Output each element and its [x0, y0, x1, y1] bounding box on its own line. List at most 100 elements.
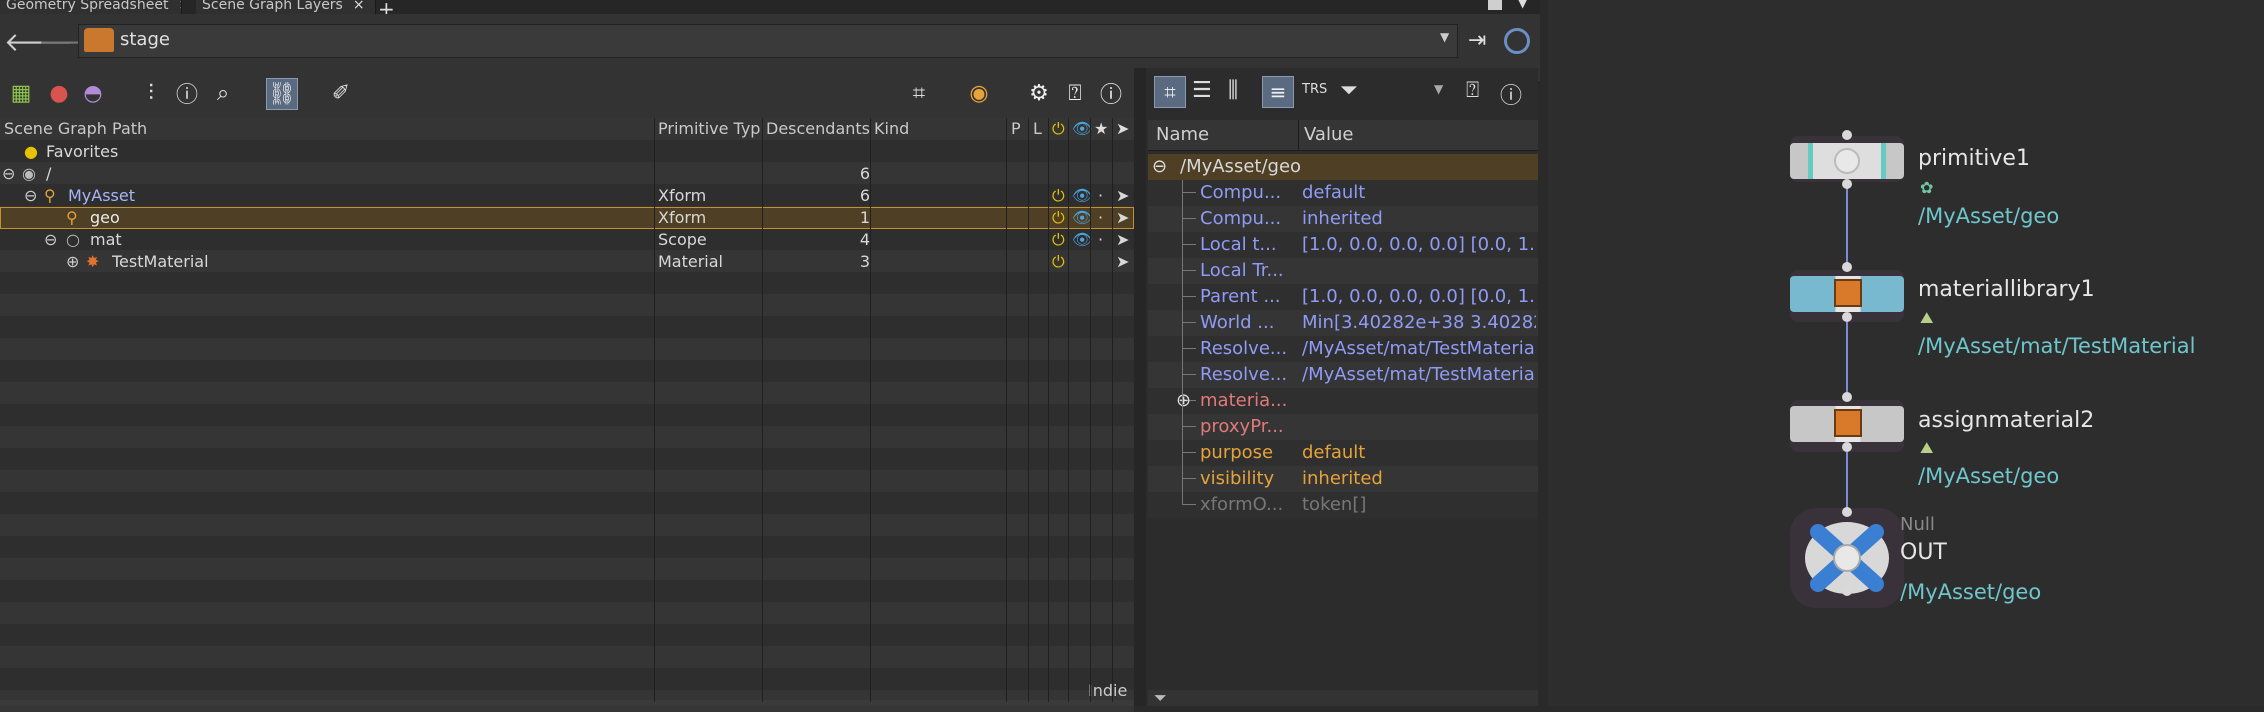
output-port[interactable]	[1842, 179, 1852, 189]
star-column-icon[interactable]: ★	[1094, 118, 1108, 140]
tree-row-name[interactable]: geo	[90, 207, 120, 229]
column-header-kind[interactable]: Kind	[874, 118, 974, 140]
help-bag-icon[interactable]: ⍰	[1466, 78, 1479, 103]
gear-icon[interactable]: ⚙	[1024, 78, 1054, 108]
row-stripe	[0, 316, 1134, 338]
info-icon[interactable]: ⓘ	[172, 78, 202, 108]
link-icon[interactable]	[1504, 28, 1530, 54]
property-value: [1.0, 0.0, 0.0, 0.0] [0.0, 1.0...	[1302, 286, 1536, 307]
eyedropper-icon[interactable]: ✐	[326, 78, 356, 108]
property-value: [1.0, 0.0, 0.0, 0.0] [0.0, 1.0...	[1302, 234, 1536, 255]
path-field[interactable]	[78, 24, 1458, 58]
filter-primitives-icon[interactable]: ▦	[6, 78, 36, 108]
output-port[interactable]	[1842, 442, 1852, 452]
mask-icon[interactable]: ◓	[78, 78, 108, 108]
property-value: /MyAsset/mat/TestMaterial	[1302, 338, 1536, 359]
node-name[interactable]: OUT	[1900, 540, 1947, 565]
active-toggle-icon[interactable]: ⏻	[1052, 251, 1065, 273]
collapse-toggle-icon[interactable]: ⊖	[1152, 154, 1167, 180]
expand-toggle-icon[interactable]: ⊕	[1176, 388, 1191, 414]
column-header-value[interactable]: Value	[1304, 120, 1353, 150]
rows-view-icon[interactable]: ≡	[1262, 76, 1294, 108]
tree-row-name[interactable]: MyAsset	[68, 185, 135, 207]
property-name: Local Tr...	[1200, 260, 1284, 281]
help-icon[interactable]: ⓘ	[1500, 78, 1522, 110]
input-port[interactable]	[1842, 262, 1852, 272]
column-header-name[interactable]: Name	[1156, 120, 1209, 150]
tree-view-icon[interactable]: ⌗	[1154, 76, 1186, 108]
select-toggle-icon[interactable]: ➤	[1116, 229, 1129, 251]
input-port[interactable]	[1842, 507, 1852, 517]
input-port[interactable]	[1842, 130, 1852, 140]
filter-icon[interactable]: ⏷	[1340, 78, 1358, 103]
tree-row-name[interactable]: /	[46, 163, 51, 185]
active-toggle-icon[interactable]: ⏻	[1052, 185, 1065, 207]
columns-view-icon[interactable]: ⫼	[1228, 78, 1238, 103]
close-icon[interactable]: ×	[178, 0, 181, 13]
row-stripe	[0, 514, 1134, 536]
target-icon[interactable]: ◉	[964, 78, 994, 108]
tree-branch-line	[1182, 322, 1196, 323]
filter-icon[interactable]: ⏷	[1154, 688, 1167, 708]
output-port[interactable]	[1842, 586, 1852, 596]
node-wire	[1846, 160, 1848, 520]
search-icon[interactable]: ⌕	[208, 78, 238, 108]
collapse-icon[interactable]: ●	[44, 78, 74, 108]
descendants-value: 3	[859, 252, 870, 271]
node-name[interactable]: assignmaterial2	[1918, 408, 2094, 433]
column-header-path[interactable]: Scene Graph Path	[4, 118, 644, 140]
star-toggle-icon[interactable]: ·	[1098, 185, 1103, 207]
expand-toggle-icon[interactable]: ⊕	[66, 251, 79, 273]
node-name[interactable]: materiallibrary1	[1918, 277, 2095, 302]
tree-row-name[interactable]: TestMaterial	[112, 251, 209, 273]
favorites-label[interactable]: Favorites	[46, 141, 118, 163]
link-selection-icon[interactable]: ⛓	[266, 78, 298, 110]
active-column-icon[interactable]: ⏻	[1052, 118, 1065, 140]
column-header-layer[interactable]: L	[1033, 118, 1045, 140]
table-row-selected[interactable]	[0, 207, 1134, 229]
hierarchy-icon[interactable]: ⌗	[904, 78, 934, 108]
help-icon[interactable]: ⓘ	[1096, 78, 1126, 108]
chevron-down-icon[interactable]: ▼	[1434, 82, 1443, 96]
path-dropdown-icon[interactable]: ▼	[1440, 30, 1449, 44]
star-toggle-icon[interactable]: ·	[1098, 207, 1103, 229]
star-toggle-icon[interactable]: ·	[1098, 229, 1103, 251]
pane-splitter[interactable]	[1134, 68, 1146, 706]
expand-toggle-icon[interactable]: ⊖	[24, 185, 37, 207]
maximize-icon[interactable]	[1488, 0, 1502, 10]
close-icon[interactable]: ×	[353, 0, 365, 13]
tab-scene-graph-layers[interactable]: Scene Graph Layers ×	[196, 0, 376, 14]
column-divider	[1090, 118, 1091, 702]
horizontal-scrollbar[interactable]	[0, 700, 1134, 706]
assign-material-icon	[1834, 409, 1862, 437]
select-column-icon[interactable]: ➤	[1116, 118, 1129, 140]
pin-icon[interactable]: ⇥	[1468, 28, 1486, 53]
select-toggle-icon[interactable]: ➤	[1116, 251, 1129, 273]
chevron-down-icon[interactable]: ▼	[1518, 0, 1527, 10]
column-header-primitive-type[interactable]: Primitive Typ	[658, 118, 762, 140]
node-name[interactable]: primitive1	[1918, 146, 2030, 171]
root-icon: ◉	[22, 164, 36, 183]
transform-button[interactable]: TRS	[1302, 82, 1327, 97]
debug-icon: ✿	[1920, 178, 1934, 197]
select-toggle-icon[interactable]: ➤	[1116, 185, 1129, 207]
select-toggle-icon[interactable]: ➤	[1116, 207, 1129, 229]
node-path: /MyAsset/geo	[1918, 464, 2060, 488]
column-header-descendants[interactable]: Descendants	[766, 118, 870, 140]
active-toggle-icon[interactable]: ⏻	[1052, 207, 1065, 229]
columns-icon[interactable]: ⫶	[136, 78, 166, 108]
expand-toggle-icon[interactable]: ⊖	[44, 229, 57, 251]
column-header-payload[interactable]: P	[1011, 118, 1023, 140]
mountain-icon: ⛰	[1920, 308, 1934, 327]
help-bag-icon[interactable]: ⍰	[1060, 78, 1090, 108]
row-stripe	[0, 668, 1134, 690]
active-toggle-icon[interactable]: ⏻	[1052, 229, 1065, 251]
list-view-icon[interactable]: ☰	[1192, 78, 1212, 103]
expand-toggle-icon[interactable]: ⊖	[2, 163, 15, 185]
tab-geometry-spreadsheet[interactable]: Geometry Spreadsheet ×	[0, 0, 182, 14]
node-type: Null	[1900, 514, 1935, 535]
favorites-icon: ●	[24, 142, 38, 161]
output-port[interactable]	[1842, 312, 1852, 322]
input-port[interactable]	[1842, 392, 1852, 402]
tree-row-name[interactable]: mat	[90, 229, 122, 251]
